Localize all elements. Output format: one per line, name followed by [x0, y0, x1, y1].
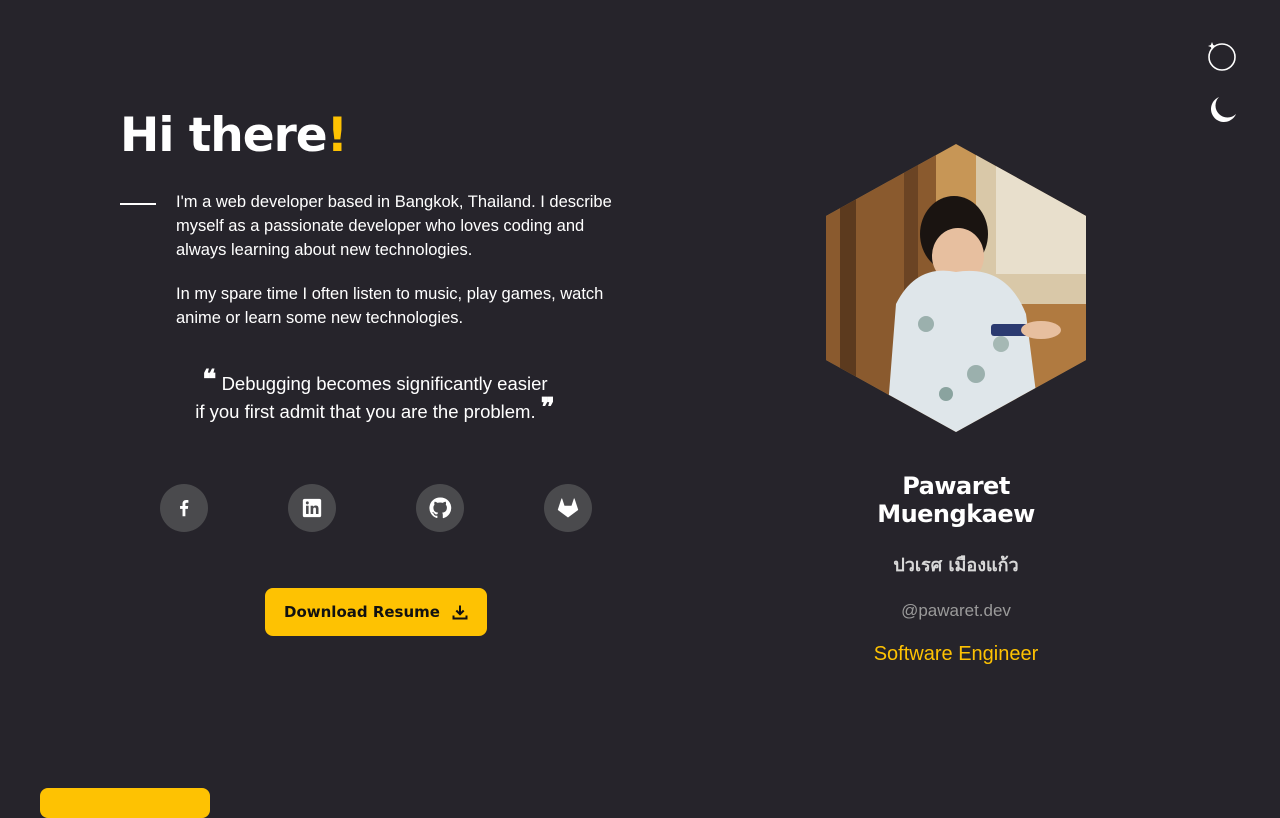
gitlab-icon: [557, 498, 579, 518]
social-links: [160, 484, 592, 532]
bio: I'm a web developer based in Bangkok, Th…: [176, 190, 616, 350]
quote-line: Debugging becomes significantly easier: [221, 373, 548, 394]
download-icon: [452, 605, 468, 620]
profile-role: Software Engineer: [873, 643, 1039, 665]
greeting-accent: !: [326, 108, 348, 163]
profile-name: Pawaret Muengkaew: [877, 472, 1035, 528]
github-link[interactable]: [416, 484, 464, 532]
profile-handle: @pawaret.dev: [901, 601, 1011, 620]
facebook-icon: [180, 500, 189, 517]
linkedin-link[interactable]: [288, 484, 336, 532]
sparkle-circle-icon[interactable]: [1206, 40, 1238, 72]
quote-open-icon: ❝: [202, 365, 217, 395]
greeting-heading: Hi there!: [120, 108, 348, 164]
moon-icon[interactable]: [1206, 94, 1238, 126]
quote-close-icon: ❞: [540, 393, 555, 423]
github-icon: [429, 497, 452, 519]
theme-controls: [1206, 40, 1238, 126]
quote-line: if you first admit that you are the prob…: [195, 401, 536, 422]
facebook-link[interactable]: [160, 484, 208, 532]
resume-button-label: Download Resume: [284, 603, 440, 621]
linkedin-icon: [302, 498, 322, 518]
intro-divider: [120, 203, 156, 205]
gitlab-link[interactable]: [544, 484, 592, 532]
bio-paragraph: In my spare time I often listen to music…: [176, 285, 604, 327]
profile-thai-name: ปวเรศ เมืองแก้ว: [893, 555, 1019, 576]
download-resume-button[interactable]: Download Resume: [265, 588, 487, 636]
bottom-tab[interactable]: [40, 788, 210, 818]
bio-paragraph: I'm a web developer based in Bangkok, Th…: [176, 193, 612, 259]
profile-card: Pawaret Muengkaew ปวเรศ เมืองแก้ว @pawar…: [826, 144, 1086, 666]
greeting-text: Hi there: [120, 108, 328, 163]
profile-photo: [826, 144, 1086, 432]
quote: ❝ Debugging becomes significantly easier…: [150, 367, 600, 426]
